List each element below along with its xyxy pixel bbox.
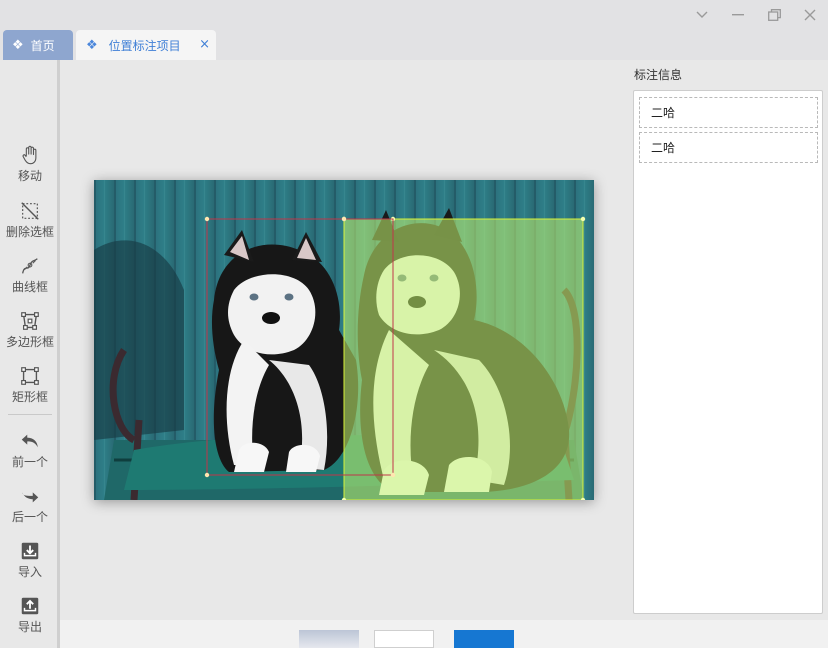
- polygon-box-tool-label: 多边形框: [5, 335, 54, 349]
- rect-box-tool-button[interactable]: 矩形框: [0, 365, 60, 405]
- redo-arrow-icon: [22, 492, 39, 503]
- restore-icon[interactable]: [764, 5, 784, 25]
- import-label: 导入: [17, 565, 42, 579]
- import-button[interactable]: 导入: [0, 540, 60, 580]
- label-item-2[interactable]: 二哈: [639, 132, 818, 163]
- move-tool-label: 移动: [17, 169, 42, 183]
- tab-bar: ❖ 首页 ❖ 位置标注项目 ×: [0, 30, 828, 60]
- curve-box-tool-button[interactable]: 曲线框: [0, 255, 60, 295]
- rect-box-tool-label: 矩形框: [11, 390, 48, 404]
- next-label: 后一个: [11, 510, 48, 524]
- thumbnail-2[interactable]: [374, 630, 434, 648]
- thumbnail-1[interactable]: [299, 630, 359, 648]
- annotation-info-panel: 二哈 二哈: [633, 90, 823, 614]
- annotation-box-2[interactable]: [341, 216, 586, 500]
- undo-arrow-icon: [21, 434, 38, 448]
- thumbnail-strip: [60, 620, 828, 648]
- export-label: 导出: [17, 620, 42, 634]
- tab-home-label: 首页: [30, 38, 55, 53]
- chevron-down-icon[interactable]: [692, 5, 712, 25]
- diamond-icon: ❖: [86, 37, 98, 53]
- panel-title: 标注信息: [634, 68, 683, 82]
- import-icon: [21, 542, 39, 560]
- diamond-icon: ❖: [12, 37, 24, 53]
- tab-active-label: 位置标注项目: [108, 38, 181, 53]
- curve-box-tool-label: 曲线框: [11, 280, 48, 294]
- thumbnail-3[interactable]: [454, 630, 514, 648]
- polygon-box-tool-button[interactable]: 多边形框: [0, 310, 60, 350]
- annotation-canvas[interactable]: [63, 60, 628, 620]
- minimize-icon[interactable]: [728, 5, 748, 25]
- title-bar: [0, 0, 828, 30]
- previous-button[interactable]: 前一个: [0, 430, 60, 470]
- tab-close-icon[interactable]: ×: [199, 37, 210, 52]
- polygon-icon: [21, 312, 39, 330]
- previous-label: 前一个: [11, 455, 48, 469]
- export-button[interactable]: 导出: [0, 595, 60, 635]
- label-item-1[interactable]: 二哈: [639, 97, 818, 128]
- toolbar-divider: [8, 414, 52, 415]
- hand-icon: [22, 145, 37, 165]
- rectangle-icon: [21, 367, 39, 385]
- delete-box-tool-button[interactable]: 删除选框: [0, 200, 60, 240]
- tab-home[interactable]: ❖ 首页: [3, 30, 73, 60]
- annotated-image[interactable]: [94, 180, 594, 500]
- next-button[interactable]: 后一个: [0, 485, 60, 525]
- tab-location-annotation-project[interactable]: ❖ 位置标注项目 ×: [76, 30, 216, 60]
- export-icon: [21, 597, 39, 615]
- move-tool-button[interactable]: 移动: [0, 144, 60, 184]
- delete-box-icon: [21, 202, 39, 220]
- delete-box-tool-label: 删除选框: [5, 225, 54, 239]
- left-toolbar: 移动 删除选框 曲线框 多边形框 矩形框 前一个 后一个 导入 导出: [0, 60, 60, 648]
- curve-pen-icon: [22, 258, 38, 274]
- close-icon[interactable]: [800, 5, 820, 25]
